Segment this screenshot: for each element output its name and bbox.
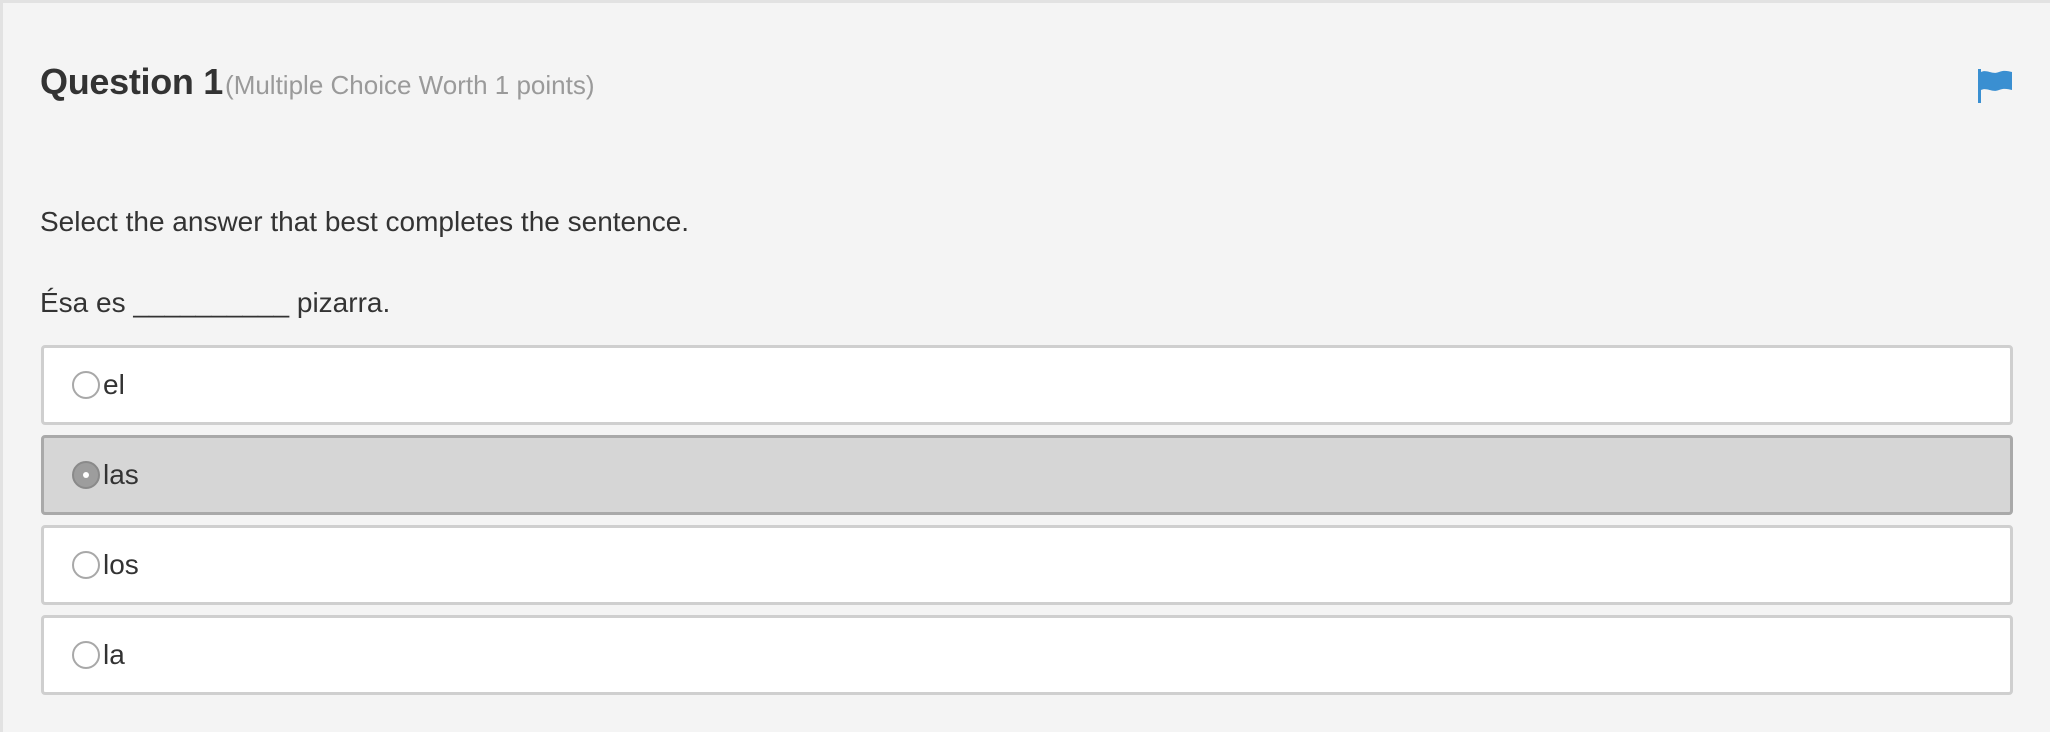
- radio-button[interactable]: [72, 551, 100, 579]
- answer-label: el: [103, 369, 125, 400]
- question-meta: (Multiple Choice Worth 1 points): [225, 70, 595, 100]
- radio-button[interactable]: [72, 371, 100, 399]
- answer-options: el las los la: [41, 345, 2013, 705]
- answer-label: la: [103, 639, 125, 670]
- answer-option-la[interactable]: la: [41, 615, 2013, 695]
- radio-button[interactable]: [72, 641, 100, 669]
- answer-label: las: [103, 459, 139, 490]
- answer-option-las[interactable]: las: [41, 435, 2013, 515]
- question-panel: Question 1 (Multiple Choice Worth 1 poin…: [0, 0, 2050, 732]
- question-title: Question 1: [40, 61, 224, 102]
- flag-icon: [1978, 69, 2012, 103]
- question-sentence: Ésa es __________ pizarra.: [40, 287, 391, 318]
- answer-option-el[interactable]: el: [41, 345, 2013, 425]
- answer-option-los[interactable]: los: [41, 525, 2013, 605]
- answer-label: los: [103, 549, 139, 580]
- radio-button[interactable]: [72, 461, 100, 489]
- question-instruction: Select the answer that best completes th…: [40, 206, 690, 237]
- flag-question-button[interactable]: [1975, 66, 2015, 106]
- question-header: Question 1 (Multiple Choice Worth 1 poin…: [40, 61, 594, 103]
